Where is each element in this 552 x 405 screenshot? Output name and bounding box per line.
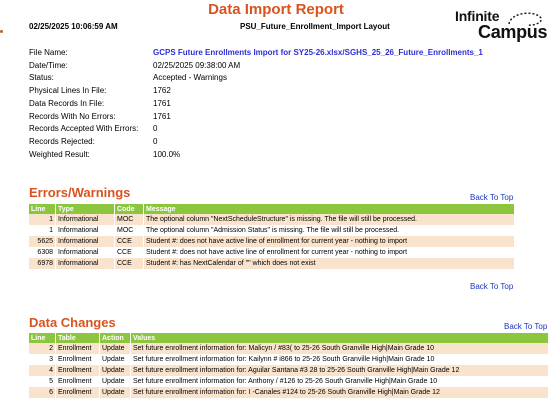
error-type: Informational <box>55 247 115 258</box>
error-message: The optional column "NextScheduleStructu… <box>143 214 515 225</box>
summary-value: 100.0% <box>153 149 181 159</box>
change-line: 6 <box>29 387 56 398</box>
errors-heading: Errors/Warnings <box>29 185 131 200</box>
change-action: Update <box>99 387 131 398</box>
error-row: 1 Informational MOC The optional column "Ne… <box>29 214 515 225</box>
error-code: CCE <box>114 236 144 247</box>
change-table: Enrollment <box>55 365 100 376</box>
error-line: 6308 <box>29 247 56 258</box>
errors-table: Line Type Code Message 1 Informational MOC… <box>29 204 515 269</box>
summary-value: Accepted - Warnings <box>153 73 227 83</box>
error-row: 6308 Informational CCE Student #: does not … <box>29 247 515 258</box>
infinite-campus-logo: Infinite Campus <box>455 8 548 42</box>
change-values: Set future enrollment information for: I… <box>130 387 549 398</box>
error-code: MOC <box>114 214 144 225</box>
back-to-top-link-changes[interactable]: Back To Top <box>504 322 547 331</box>
change-values: Set future enrollment information for: A… <box>130 365 549 376</box>
error-type: Informational <box>55 225 115 236</box>
error-row: 6978 Informational CCE Student #: has NextC… <box>29 258 515 269</box>
error-code: MOC <box>114 225 144 236</box>
summary-label: Physical Lines In File: <box>29 86 107 96</box>
error-code: CCE <box>114 258 144 269</box>
change-line: 5 <box>29 376 56 387</box>
back-to-top-link-bottom[interactable]: Back To Top <box>470 282 513 291</box>
col-action: Action <box>99 333 131 343</box>
change-values: Set future enrollment information for: K… <box>130 354 549 365</box>
change-row: 4 Enrollment Update Set future enrollment i… <box>29 365 549 376</box>
error-message: Student #: does not have active line of … <box>143 236 515 247</box>
change-action: Update <box>99 343 131 354</box>
report-timestamp: 02/25/2025 10:06:59 AM <box>29 22 118 31</box>
summary-label: Records Rejected: <box>29 136 95 146</box>
col-code: Code <box>114 204 144 214</box>
summary-label: File Name: <box>29 48 68 57</box>
summary-label: Weighted Result: <box>29 149 90 159</box>
error-type: Informational <box>55 236 115 247</box>
error-row: 1 Informational MOC The optional column "Ad… <box>29 225 515 236</box>
col-line: Line <box>29 204 56 214</box>
file-name-link[interactable]: GCPS Future Enrollments Import for SY25-… <box>153 48 483 57</box>
change-values: Set future enrollment information for: M… <box>130 343 549 354</box>
error-message: The optional column "Admission Status" i… <box>143 225 515 236</box>
change-row: 2 Enrollment Update Set future enrollment i… <box>29 343 549 354</box>
error-line: 1 <box>29 214 56 225</box>
summary-label: Status: <box>29 73 54 83</box>
change-action: Update <box>99 365 131 376</box>
error-message: Student #: has NextCalendar of "" which … <box>143 258 515 269</box>
back-to-top-link[interactable]: Back To Top <box>470 193 513 202</box>
change-line: 4 <box>29 365 56 376</box>
summary-label: Data Records In File: <box>29 98 105 108</box>
change-table: Enrollment <box>55 343 100 354</box>
error-line: 5625 <box>29 236 56 247</box>
summary-value: 1761 <box>153 111 171 121</box>
change-row: 6 Enrollment Update Set future enrollment i… <box>29 387 549 398</box>
summary-value: 0 <box>153 136 158 146</box>
change-values: Set future enrollment information for: A… <box>130 376 549 387</box>
col-table: Table <box>55 333 100 343</box>
logo-swoosh-icon <box>508 12 542 26</box>
summary-label: Records Accepted With Errors: <box>29 124 139 134</box>
col-type: Type <box>55 204 115 214</box>
summary-label: Date/Time: <box>29 60 68 70</box>
error-type: Informational <box>55 258 115 269</box>
error-row: 5625 Informational CCE Student #: does not … <box>29 236 515 247</box>
data-changes-heading: Data Changes <box>29 315 116 330</box>
layout-name: PSU_Future_Enrollment_Import Layout <box>240 22 390 31</box>
change-action: Update <box>99 354 131 365</box>
data-changes-table: Line Table Action Values 2 Enrollment Upda… <box>29 333 549 398</box>
error-line: 1 <box>29 225 56 236</box>
error-code: CCE <box>114 247 144 258</box>
change-line: 3 <box>29 354 56 365</box>
col-message: Message <box>143 204 515 214</box>
red-marker <box>0 30 3 33</box>
change-table: Enrollment <box>55 387 100 398</box>
summary-value: 02/25/2025 09:38:00 AM <box>153 60 241 70</box>
change-table: Enrollment <box>55 376 100 387</box>
col-values: Values <box>130 333 549 343</box>
error-message: Student #: does not have active line of … <box>143 247 515 258</box>
error-line: 6978 <box>29 258 56 269</box>
error-type: Informational <box>55 214 115 225</box>
col-line: Line <box>29 333 56 343</box>
change-line: 2 <box>29 343 56 354</box>
change-action: Update <box>99 376 131 387</box>
change-row: 3 Enrollment Update Set future enrollment i… <box>29 354 549 365</box>
summary-value: 0 <box>153 124 158 134</box>
summary-label: Records With No Errors: <box>29 111 116 121</box>
summary-value: 1761 <box>153 98 171 108</box>
summary-value: 1762 <box>153 86 171 96</box>
change-table: Enrollment <box>55 354 100 365</box>
change-row: 5 Enrollment Update Set future enrollment i… <box>29 376 549 387</box>
